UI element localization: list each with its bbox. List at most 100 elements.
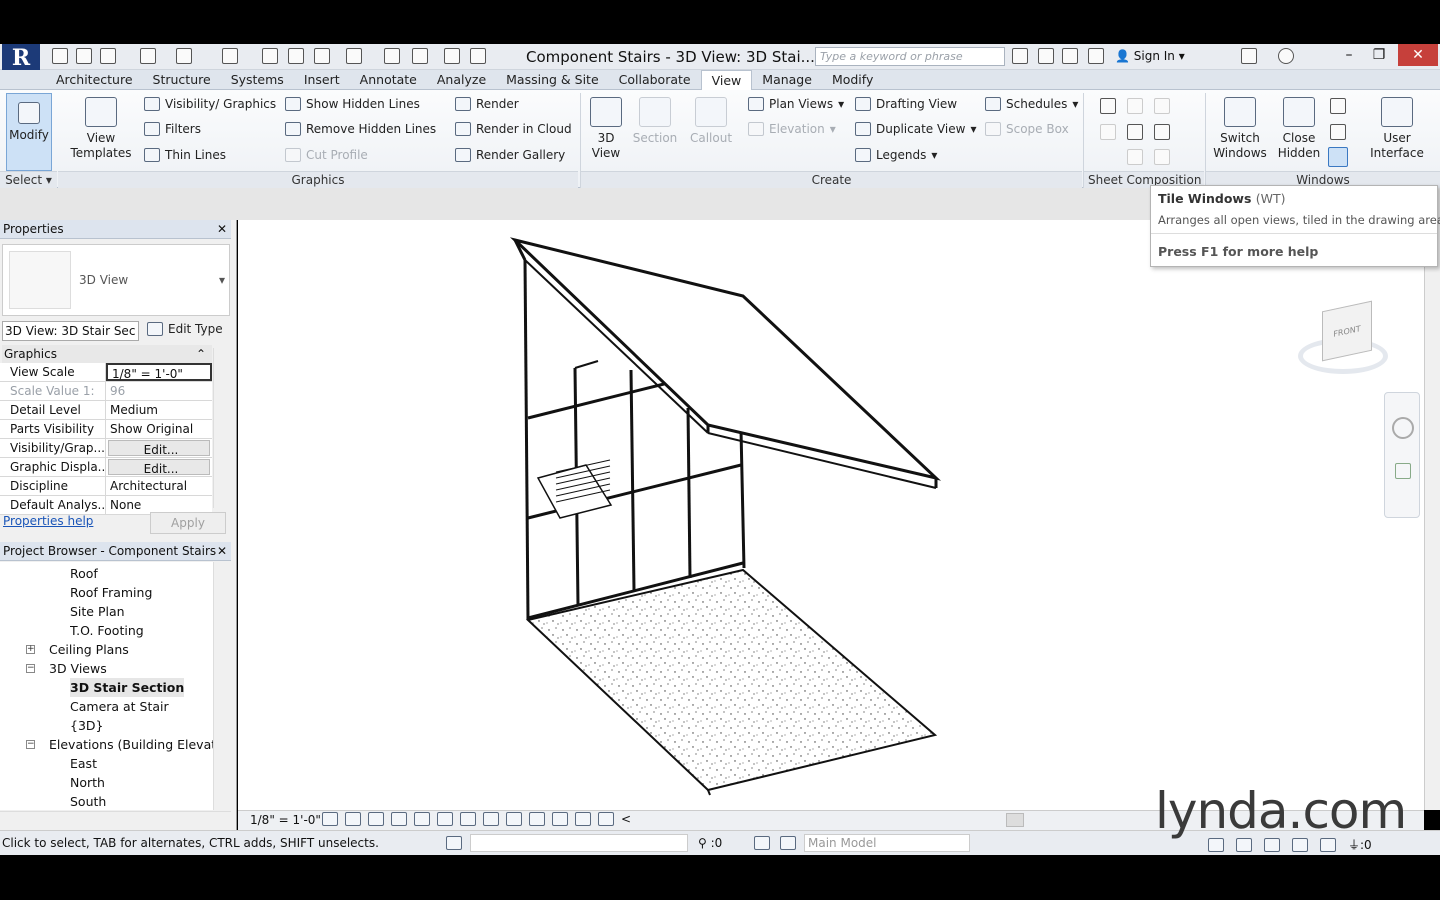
thin-lines-button[interactable]: Thin Lines — [144, 148, 226, 162]
matchline-icon[interactable] — [1154, 124, 1170, 140]
tab-annotate[interactable]: Annotate — [350, 70, 427, 90]
browser-hscrollbar[interactable] — [0, 811, 231, 828]
restore-button[interactable]: ❐ — [1362, 44, 1396, 66]
sheet-icon[interactable] — [1100, 98, 1116, 114]
communication-icon[interactable] — [1062, 48, 1078, 64]
browser-item[interactable]: East — [70, 754, 97, 773]
browser-scrollbar[interactable] — [213, 562, 231, 810]
plan-views-button[interactable]: Plan Views ▾ — [748, 97, 844, 111]
close-icon[interactable]: ✕ — [217, 542, 227, 561]
title-block-icon[interactable] — [1127, 98, 1143, 114]
property-value[interactable]: Show Original — [106, 420, 212, 438]
help-icon[interactable] — [1278, 48, 1294, 64]
browser-item[interactable]: Roof — [70, 564, 98, 583]
analytical-model-icon[interactable] — [575, 812, 591, 826]
browser-item[interactable]: Camera at Stair — [70, 697, 169, 716]
callout-button[interactable]: Callout — [686, 97, 736, 146]
close-window-button[interactable]: ✕ — [1398, 44, 1438, 66]
design-option-dropdown[interactable]: Main Model — [804, 834, 970, 852]
show-crop-region-icon[interactable] — [460, 812, 476, 826]
drawing-area[interactable]: FRONT — [238, 220, 1424, 810]
measure-icon[interactable] — [222, 48, 238, 64]
canvas-hscrollbar-thumb[interactable] — [1006, 813, 1024, 827]
collapse-icon[interactable]: − — [26, 664, 35, 673]
browser-item[interactable]: Elevations (Building Elevation — [49, 735, 213, 754]
switch-windows-button[interactable]: Switch Windows — [1210, 97, 1270, 161]
sun-path-icon[interactable] — [368, 812, 384, 826]
worksharing-display-icon[interactable] — [552, 812, 568, 826]
chevron-left-icon[interactable]: < — [621, 812, 631, 826]
render-in-cloud-button[interactable]: Render in Cloud — [455, 122, 572, 136]
edit-button[interactable]: Edit... — [108, 440, 210, 456]
favorites-star-icon[interactable] — [1088, 48, 1104, 64]
rendering-dialog-icon[interactable] — [414, 812, 430, 826]
property-value[interactable]: Architectural — [106, 477, 212, 495]
view-reference-icon[interactable] — [1127, 149, 1143, 165]
tab-massing-site[interactable]: Massing & Site — [496, 70, 609, 90]
viewcube[interactable]: FRONT — [1298, 298, 1388, 378]
edit-button[interactable]: Edit... — [108, 459, 210, 475]
schedules-button[interactable]: Schedules ▾ — [985, 97, 1078, 111]
remove-hidden-lines-button[interactable]: Remove Hidden Lines — [285, 122, 436, 136]
detail-level-icon[interactable] — [322, 812, 338, 826]
property-value[interactable]: Medium — [106, 401, 212, 419]
reveal-hidden-icon[interactable] — [529, 812, 545, 826]
tab-modify[interactable]: Modify — [822, 70, 883, 90]
steering-wheel-icon[interactable] — [1392, 417, 1414, 439]
visibility-graphics-button[interactable]: Visibility/ Graphics — [144, 97, 276, 111]
subscription-icon[interactable] — [1038, 48, 1054, 64]
save-icon[interactable] — [76, 48, 92, 64]
drafting-view-button[interactable]: Drafting View — [855, 97, 957, 111]
render-button[interactable]: Render — [455, 97, 519, 111]
graphics-group-header[interactable]: Graphics ⌃ — [2, 345, 212, 363]
close-hidden-windows-icon[interactable] — [444, 48, 460, 64]
viewports-icon[interactable] — [1154, 149, 1170, 165]
canvas-vscrollbar[interactable] — [1424, 220, 1440, 810]
cut-profile-button[interactable]: Cut Profile — [285, 148, 368, 162]
highlight-displacement-icon[interactable] — [598, 812, 614, 826]
tag-icon[interactable] — [288, 48, 304, 64]
apply-button[interactable]: Apply — [150, 512, 226, 534]
tab-manage[interactable]: Manage — [752, 70, 822, 90]
design-options-icon[interactable] — [780, 836, 796, 850]
properties-help-link[interactable]: Properties help — [3, 514, 93, 528]
aligned-dimension-icon[interactable] — [262, 48, 278, 64]
tab-view[interactable]: View — [700, 69, 753, 90]
revisions-icon[interactable] — [1100, 124, 1116, 140]
exchange-apps-icon[interactable] — [1241, 48, 1257, 64]
shadows-icon[interactable] — [391, 812, 407, 826]
tab-structure[interactable]: Structure — [143, 70, 221, 90]
view-templates-button[interactable]: View Templates — [66, 97, 136, 161]
browser-item[interactable]: {3D} — [70, 716, 103, 735]
property-value[interactable]: 1/8" = 1'-0" — [106, 363, 212, 381]
tab-architecture[interactable]: Architecture — [46, 70, 143, 90]
select-panel-label[interactable]: Select ▾ — [0, 171, 57, 188]
type-selector[interactable]: 3D View ▾ — [2, 244, 230, 316]
cascade-windows-icon[interactable] — [1330, 124, 1346, 140]
render-gallery-button[interactable]: Render Gallery — [455, 148, 565, 162]
expand-icon[interactable]: + — [26, 645, 35, 654]
properties-scrollbar[interactable] — [213, 348, 229, 508]
worksets-icon[interactable] — [446, 836, 462, 850]
guide-grid-icon[interactable] — [1127, 124, 1143, 140]
browser-item[interactable]: North — [70, 773, 105, 792]
view-scale-control[interactable]: 1/8" = 1'-0" — [250, 813, 321, 827]
elevation-button[interactable]: Elevation ▾ — [748, 122, 836, 136]
duplicate-view-button[interactable]: Duplicate View ▾ — [855, 122, 977, 136]
text-icon[interactable] — [314, 48, 330, 64]
undo-icon[interactable] — [140, 48, 156, 64]
3d-view-button[interactable]: 3D View — [586, 97, 626, 161]
tab-collaborate[interactable]: Collaborate — [609, 70, 701, 90]
tab-insert[interactable]: Insert — [294, 70, 350, 90]
legends-button[interactable]: Legends ▾ — [855, 148, 937, 162]
sign-in-button[interactable]: 👤 Sign In ▾ — [1115, 47, 1185, 66]
browser-item[interactable]: 3D Views — [49, 659, 107, 678]
temporary-hide-icon[interactable] — [506, 812, 522, 826]
lock-3d-view-icon[interactable] — [483, 812, 499, 826]
browser-item[interactable]: 3D Stair Section — [70, 678, 185, 697]
collapse-icon[interactable]: − — [26, 740, 35, 749]
redo-icon[interactable] — [176, 48, 192, 64]
tab-analyze[interactable]: Analyze — [427, 70, 496, 90]
close-icon[interactable]: ✕ — [217, 220, 227, 239]
search-input[interactable]: Type a keyword or phrase — [815, 47, 1005, 66]
